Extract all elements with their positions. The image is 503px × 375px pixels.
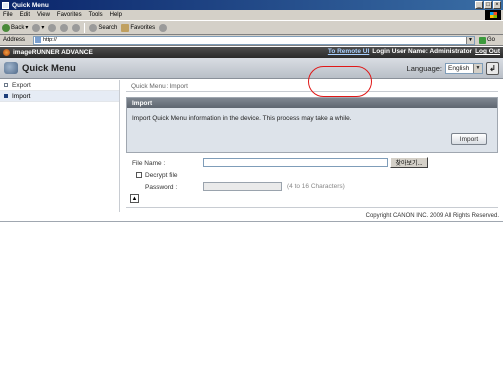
brand-name: imageRUNNER ADVANCE (13, 49, 93, 56)
arrow-up-icon: ▲ (131, 195, 138, 202)
close-icon[interactable]: × (493, 1, 501, 9)
forward-button[interactable]: ▾ (32, 23, 45, 32)
history-icon[interactable] (159, 23, 168, 32)
back-label: Back (11, 24, 25, 31)
file-name-input[interactable] (203, 158, 388, 167)
app-header: imageRUNNER ADVANCE To Remote UI Login U… (0, 47, 503, 58)
window-controls: _ □ × (475, 1, 501, 9)
menu-help[interactable]: Help (110, 12, 122, 18)
language-apply-button[interactable]: ↲ (486, 62, 499, 75)
browser-toolbar: Back ▾ ▾ Search Favorites (0, 20, 503, 35)
content-divider (126, 207, 498, 208)
go-label: Go (487, 37, 496, 43)
toolbar-separator (84, 22, 86, 33)
chevron-down-icon[interactable]: ▼ (466, 36, 474, 44)
panel-description: Import Quick Menu information in the dev… (132, 115, 352, 122)
chevron-down-icon: ▾ (25, 25, 29, 31)
password-label: Password : (145, 183, 178, 191)
panel-title: Import (127, 98, 497, 108)
menu-file[interactable]: File (3, 12, 13, 18)
favorites-label: Favorites (130, 24, 156, 31)
footer-divider (0, 221, 503, 222)
back-arrow-icon (2, 23, 10, 32)
decrypt-checkbox[interactable] (136, 172, 142, 178)
return-arrow-icon: ↲ (489, 64, 496, 73)
file-name-label: File Name : (132, 159, 166, 167)
copyright-text: Copyright CANON INC. 2009 All Rights Res… (365, 213, 499, 219)
quick-menu-icon (4, 62, 18, 74)
favorites-button[interactable]: Favorites (121, 23, 156, 32)
search-label: Search (98, 24, 118, 31)
bullet-icon (4, 94, 8, 98)
chevron-down-icon: ▼ (473, 64, 482, 73)
menu-tools[interactable]: Tools (89, 12, 103, 18)
breadcrumb-separator: : (166, 83, 169, 90)
sidebar-item-label: Import (12, 92, 31, 100)
menu-edit[interactable]: Edit (20, 12, 30, 18)
decrypt-row: Decrypt file (126, 169, 498, 181)
breadcrumb-current: Import (169, 83, 188, 90)
language-label: Language: (406, 64, 442, 73)
language-selector: Language: English ▼ ↲ (407, 62, 499, 75)
browse-button[interactable]: 찾아보기... (390, 157, 428, 168)
stop-icon[interactable] (48, 23, 57, 32)
address-label: Address (3, 37, 26, 43)
menu-favorites[interactable]: Favorites (57, 12, 82, 18)
chevron-down-icon: ▾ (41, 25, 45, 31)
page-icon (35, 37, 41, 43)
minimize-icon[interactable]: _ (475, 1, 483, 9)
scroll-to-top-button[interactable]: ▲ (130, 194, 139, 203)
go-arrow-icon (479, 36, 486, 44)
login-user-name: Login User Name: Administrator (372, 48, 473, 55)
address-bar: Address http:// ▼ Go (0, 35, 503, 46)
password-hint: (4 to 16 Characters) (287, 183, 345, 190)
quick-menu-header: Quick Menu Language: English ▼ ↲ (0, 58, 503, 79)
page-title: Quick Menu (22, 62, 76, 74)
sidebar: Export Import (0, 80, 120, 212)
logout-link[interactable]: Log Out (475, 48, 500, 55)
windows-logo-icon (485, 10, 501, 20)
import-form: File Name : 찾아보기... Decrypt file Passwor… (126, 157, 498, 193)
address-input[interactable]: http:// ▼ (33, 35, 475, 45)
import-panel: Import Import Quick Menu information in … (126, 97, 498, 153)
sidebar-item-import[interactable]: Import (0, 91, 119, 102)
password-row: Password : (4 to 16 Characters) (126, 181, 498, 193)
decrypt-label: Decrypt file (145, 171, 178, 179)
panel-body: Import Quick Menu information in the dev… (127, 108, 497, 152)
ie-window-icon (2, 1, 9, 9)
sidebar-item-label: Export (12, 81, 31, 89)
language-select[interactable]: English ▼ (445, 63, 483, 74)
search-button[interactable]: Search (89, 23, 118, 32)
search-icon (89, 23, 98, 32)
window-title: Quick Menu (12, 1, 49, 9)
breadcrumb: Quick Menu : Import (126, 82, 498, 92)
breadcrumb-parent[interactable]: Quick Menu (131, 83, 166, 90)
go-button[interactable]: Go (479, 36, 496, 44)
window-titlebar: Quick Menu _ □ × (0, 0, 503, 10)
favorites-icon (121, 23, 130, 32)
bullet-icon (4, 83, 8, 87)
header-links: To Remote UI Login User Name: Administra… (328, 48, 500, 55)
menu-view[interactable]: View (37, 12, 50, 18)
maximize-icon[interactable]: □ (484, 1, 492, 9)
refresh-icon[interactable] (60, 23, 69, 32)
address-url: http:// (43, 37, 57, 43)
forward-arrow-icon (32, 23, 41, 32)
brand-logo-icon (3, 49, 10, 56)
home-icon[interactable] (72, 23, 81, 32)
main-content: Quick Menu : Import Import Import Quick … (126, 82, 498, 210)
remote-ui-link[interactable]: To Remote UI (328, 48, 369, 55)
password-input[interactable] (203, 182, 282, 191)
sidebar-item-export[interactable]: Export (0, 80, 119, 91)
back-button[interactable]: Back ▾ (2, 23, 29, 32)
import-button[interactable]: Import (451, 133, 487, 145)
language-value: English (448, 65, 470, 72)
file-name-row: File Name : 찾아보기... (126, 157, 498, 169)
menu-bar: File Edit View Favorites Tools Help (0, 10, 503, 20)
